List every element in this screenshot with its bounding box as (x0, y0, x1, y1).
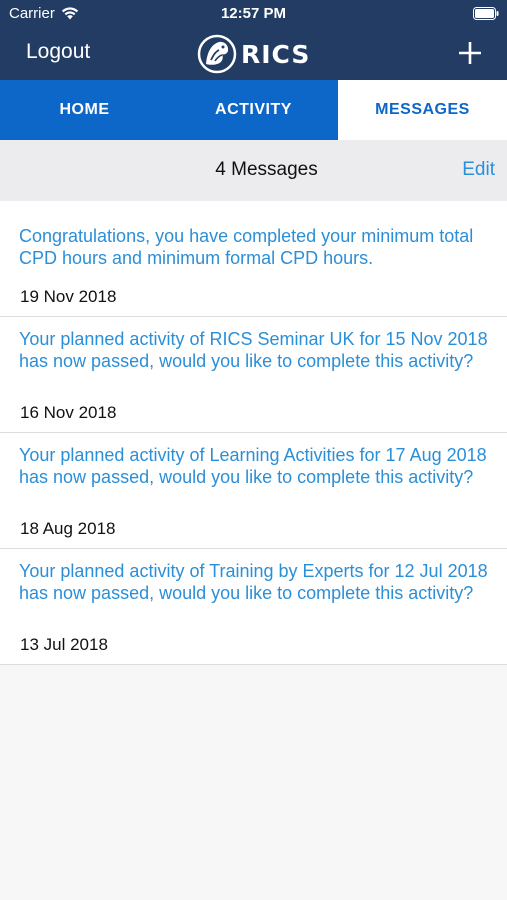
edit-button[interactable]: Edit (462, 159, 495, 181)
message-text: Your planned activity of RICS Seminar UK… (19, 329, 488, 371)
message-text: Congratulations, you have completed your… (19, 226, 474, 268)
nav-bar: Logout RICS (0, 28, 507, 80)
lion-icon (197, 34, 237, 74)
message-date: 18 Aug 2018 (20, 519, 116, 538)
messages-count-title: 4 Messages (215, 159, 318, 180)
logout-button[interactable]: Logout (26, 40, 90, 64)
messages-header: 4 Messages Edit (0, 140, 507, 201)
tab-bar: HOME ACTIVITY MESSAGES (0, 80, 507, 140)
message-item[interactable]: Your planned activity of RICS Seminar UK… (0, 317, 507, 433)
tab-activity[interactable]: ACTIVITY (169, 80, 338, 140)
tab-messages[interactable]: MESSAGES (338, 80, 507, 140)
message-list: Congratulations, you have completed your… (0, 201, 507, 665)
plus-icon[interactable] (457, 40, 483, 66)
message-text: Your planned activity of Training by Exp… (19, 561, 488, 603)
message-item[interactable]: Your planned activity of Learning Activi… (0, 433, 507, 549)
message-date: 13 Jul 2018 (20, 635, 108, 654)
message-date: 16 Nov 2018 (20, 403, 117, 422)
status-bar: Carrier 12:57 PM (0, 0, 507, 28)
message-text: Your planned activity of Learning Activi… (19, 445, 487, 487)
logo-text: RICS (241, 39, 311, 69)
message-date: 19 Nov 2018 (20, 287, 117, 306)
status-time: 12:57 PM (220, 5, 287, 22)
message-item[interactable]: Your planned activity of Training by Exp… (0, 549, 507, 665)
tab-home[interactable]: HOME (0, 80, 169, 140)
rics-logo: RICS (197, 32, 310, 76)
battery-icon (473, 7, 499, 20)
message-item[interactable]: Congratulations, you have completed your… (0, 201, 507, 317)
